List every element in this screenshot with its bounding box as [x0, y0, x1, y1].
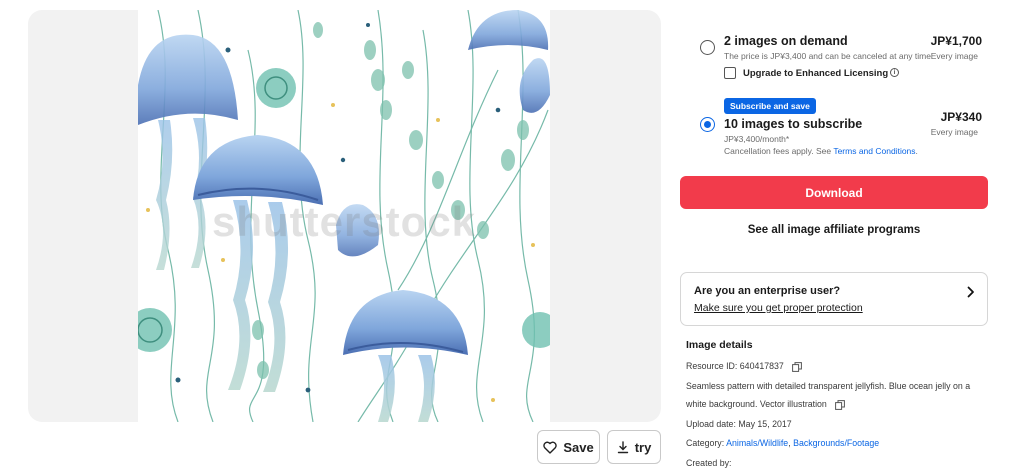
copy-description-icon[interactable]: [835, 399, 846, 410]
description-line-1: Seamless pattern with detailed transpare…: [686, 381, 971, 391]
subscribe-title: 10 images to subscribe: [724, 117, 863, 131]
download-icon: [617, 440, 628, 453]
heart-icon: [543, 441, 558, 454]
enterprise-protection-link[interactable]: Make sure you get proper protection: [694, 302, 863, 314]
enhanced-licensing-label[interactable]: Upgrade to Enhanced Licensing: [743, 68, 888, 79]
enhanced-licensing-checkbox[interactable]: [724, 67, 736, 79]
purchase-panel: 2 images on demand The price is JP¥3,400…: [680, 0, 990, 473]
description-line-2: white background. Vector illustration: [686, 399, 846, 410]
copy-icon[interactable]: [792, 361, 803, 372]
on-demand-description: The price is JP¥3,400 and can be cancele…: [724, 51, 931, 61]
on-demand-title: 2 images on demand: [724, 34, 848, 48]
on-demand-price-sub: Every image: [930, 51, 978, 61]
subscribe-description: JP¥3,400/month*: [724, 134, 790, 144]
try-button[interactable]: try: [607, 430, 661, 464]
on-demand-price: JP¥1,700: [930, 34, 982, 48]
option-subscribe[interactable]: 10 images to subscribe JP¥3,400/month* C…: [700, 108, 990, 164]
cancellation-text: Cancellation fees apply. See: [724, 146, 834, 156]
subscribe-price-sub: Every image: [930, 127, 978, 137]
jellyfish-illustration: [138, 10, 550, 422]
resource-id-line: Resource ID: 640417837: [686, 361, 803, 372]
upload-date-line: Upload date: May 15, 2017: [686, 419, 792, 429]
info-icon[interactable]: i: [890, 68, 899, 77]
upload-date-value: May 15, 2017: [738, 419, 792, 429]
category-line: Category: Animals/Wildlife, Backgrounds/…: [686, 438, 879, 448]
jellyfish-pattern-image[interactable]: shutterstock: [138, 10, 550, 422]
image-details-title: Image details: [686, 339, 753, 351]
upload-date-label: Upload date:: [686, 419, 739, 429]
subscribe-price: JP¥340: [940, 110, 982, 124]
try-label: try: [634, 439, 652, 455]
category-link-animals[interactable]: Animals/Wildlife: [726, 438, 788, 448]
cancellation-note: Cancellation fees apply. See Terms and C…: [724, 146, 918, 156]
resource-id-label: Resource ID:: [686, 361, 740, 371]
save-label: Save: [563, 439, 594, 455]
radio-subscribe[interactable]: [700, 117, 715, 132]
terms-link[interactable]: Terms and Conditions: [833, 146, 915, 156]
image-preview-area: shutterstock: [28, 10, 661, 422]
created-by-line: Created by:: [686, 458, 732, 468]
radio-on-demand[interactable]: [700, 40, 715, 55]
option-on-demand[interactable]: 2 images on demand The price is JP¥3,400…: [700, 0, 990, 90]
category-link-backgrounds[interactable]: Backgrounds/Footage: [793, 438, 879, 448]
save-button[interactable]: Save: [537, 430, 600, 464]
enterprise-card[interactable]: Are you an enterprise user? Make sure yo…: [680, 272, 988, 326]
cancellation-end: .: [915, 146, 918, 156]
affiliate-programs-link[interactable]: See all image affiliate programs: [680, 224, 988, 236]
enterprise-title: Are you an enterprise user?: [694, 285, 841, 297]
chevron-right-icon[interactable]: [967, 286, 975, 298]
description-line-2-text: white background. Vector illustration: [686, 399, 827, 409]
category-label: Category:: [686, 438, 727, 448]
resource-id-value: 640417837: [739, 361, 784, 371]
download-button[interactable]: Download: [680, 176, 988, 209]
